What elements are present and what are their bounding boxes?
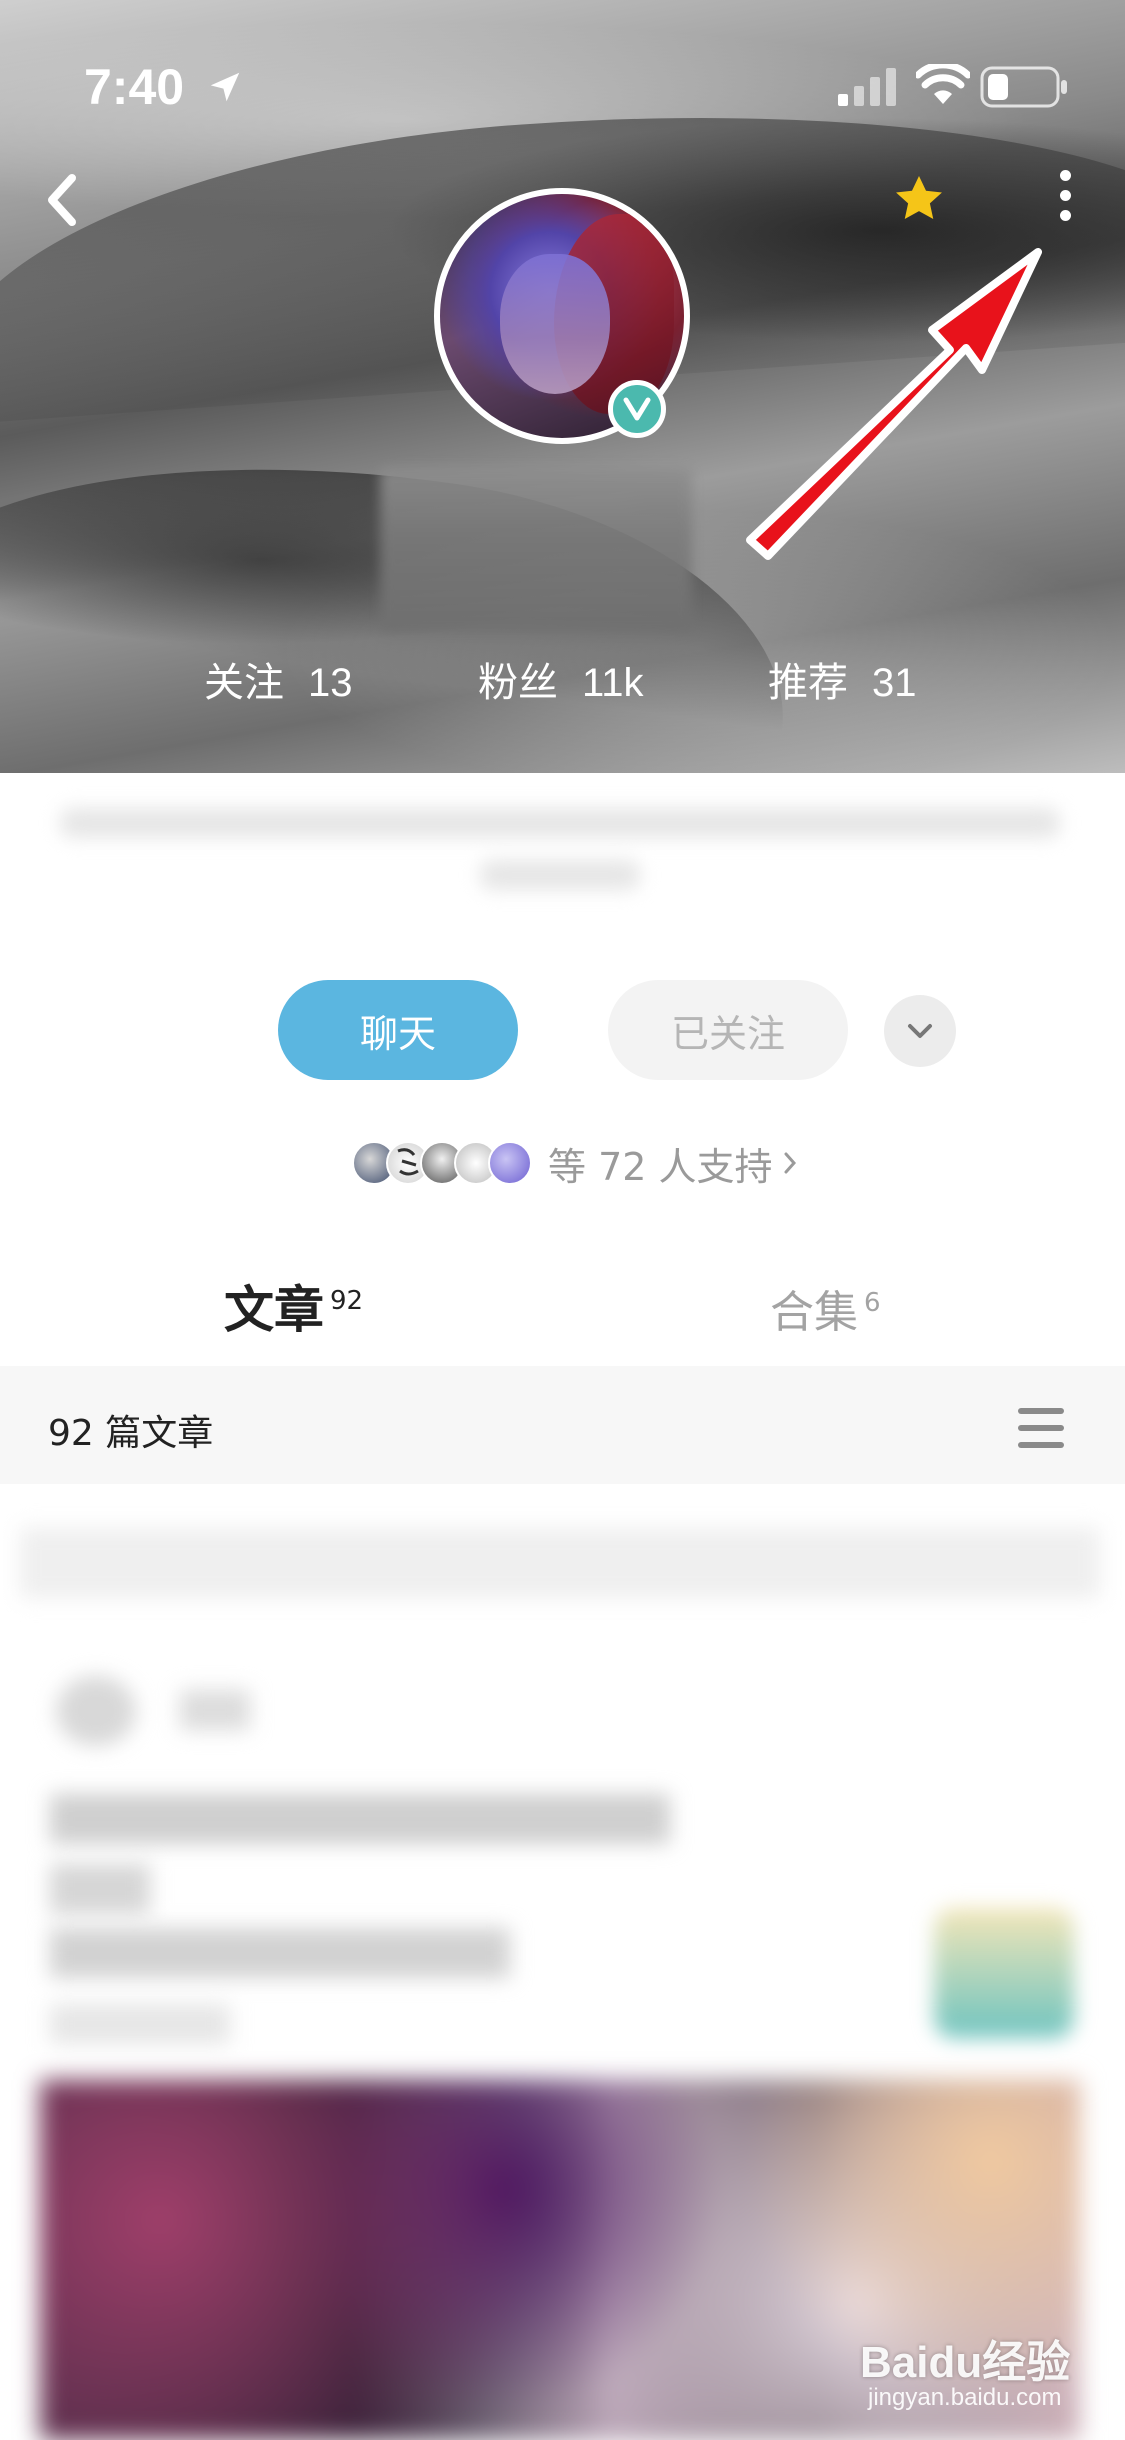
article-count-text: 92 篇文章	[48, 1413, 214, 1454]
followed-button[interactable]: 已关注	[608, 980, 848, 1080]
chevron-right-icon	[784, 1152, 796, 1174]
tab-count: 6	[864, 1288, 881, 1319]
wifi-icon	[916, 64, 970, 104]
back-button[interactable]	[42, 170, 82, 230]
tab-label: 文章	[224, 1281, 324, 1339]
verified-badge	[608, 380, 666, 438]
supporters-row[interactable]: 等 72 人支持	[352, 1136, 797, 1190]
chevron-down-icon	[908, 1024, 932, 1038]
author-avatar-blurred	[56, 1676, 136, 1746]
battery-icon	[980, 66, 1067, 108]
feed-item-blurred	[20, 1528, 1100, 1598]
status-time: 7:40	[84, 59, 185, 115]
stat-following[interactable]: 关注 13	[204, 650, 353, 708]
stat-value: 11k	[582, 661, 644, 705]
stat-label: 粉丝	[478, 660, 558, 706]
tab-count: 92	[330, 1286, 364, 1317]
stat-value: 13	[308, 661, 353, 705]
baidu-watermark-url: jingyan.baidu.com	[868, 2384, 1062, 2411]
article-list-header: 92 篇文章	[0, 1366, 1125, 1484]
bio-text-blurred	[60, 808, 1060, 838]
verified-v-icon	[623, 397, 651, 421]
favorite-star-button[interactable]	[890, 170, 948, 228]
avatar-art	[500, 254, 610, 394]
supporter-avatar	[488, 1141, 532, 1185]
baidu-watermark-logo: Baidu经验	[860, 2338, 1071, 2387]
stat-label: 推荐	[768, 660, 848, 706]
article-meta-blurred	[50, 2004, 230, 2044]
article-title-blurred	[50, 1864, 150, 1914]
profile-stats: 关注 13 粉丝 11k 推荐 31	[0, 650, 1125, 710]
stat-value: 31	[872, 661, 917, 705]
stat-label: 关注	[204, 660, 284, 706]
list-menu-icon[interactable]	[1018, 1408, 1064, 1459]
tab-collections[interactable]: 合集 6	[770, 1276, 881, 1340]
more-dot-icon	[1059, 190, 1071, 201]
stat-recommended[interactable]: 推荐 31	[768, 650, 917, 708]
cellular-signal-icon	[838, 68, 896, 106]
supporters-count-text: 等 72 人支持	[548, 1144, 773, 1189]
status-bar: 7:40	[0, 0, 1125, 140]
more-options-button[interactable]	[1054, 170, 1076, 230]
article-text-blurred	[50, 1928, 510, 1978]
stat-followers[interactable]: 粉丝 11k	[478, 650, 644, 708]
chat-button[interactable]: 聊天	[278, 980, 518, 1080]
location-arrow-icon	[210, 72, 240, 102]
more-dot-icon	[1059, 210, 1071, 221]
expand-options-button[interactable]	[884, 995, 956, 1067]
profile-name-blurred	[380, 468, 692, 632]
article-thumbnail-blurred	[934, 1908, 1074, 2038]
bio-text-blurred	[480, 860, 640, 890]
author-name-blurred	[180, 1690, 250, 1730]
article-title-blurred	[50, 1794, 670, 1844]
more-dot-icon	[1059, 170, 1071, 181]
annotation-arrow-icon	[746, 248, 1042, 560]
tab-articles[interactable]: 文章 92	[224, 1270, 363, 1342]
tab-label: 合集	[770, 1287, 858, 1338]
